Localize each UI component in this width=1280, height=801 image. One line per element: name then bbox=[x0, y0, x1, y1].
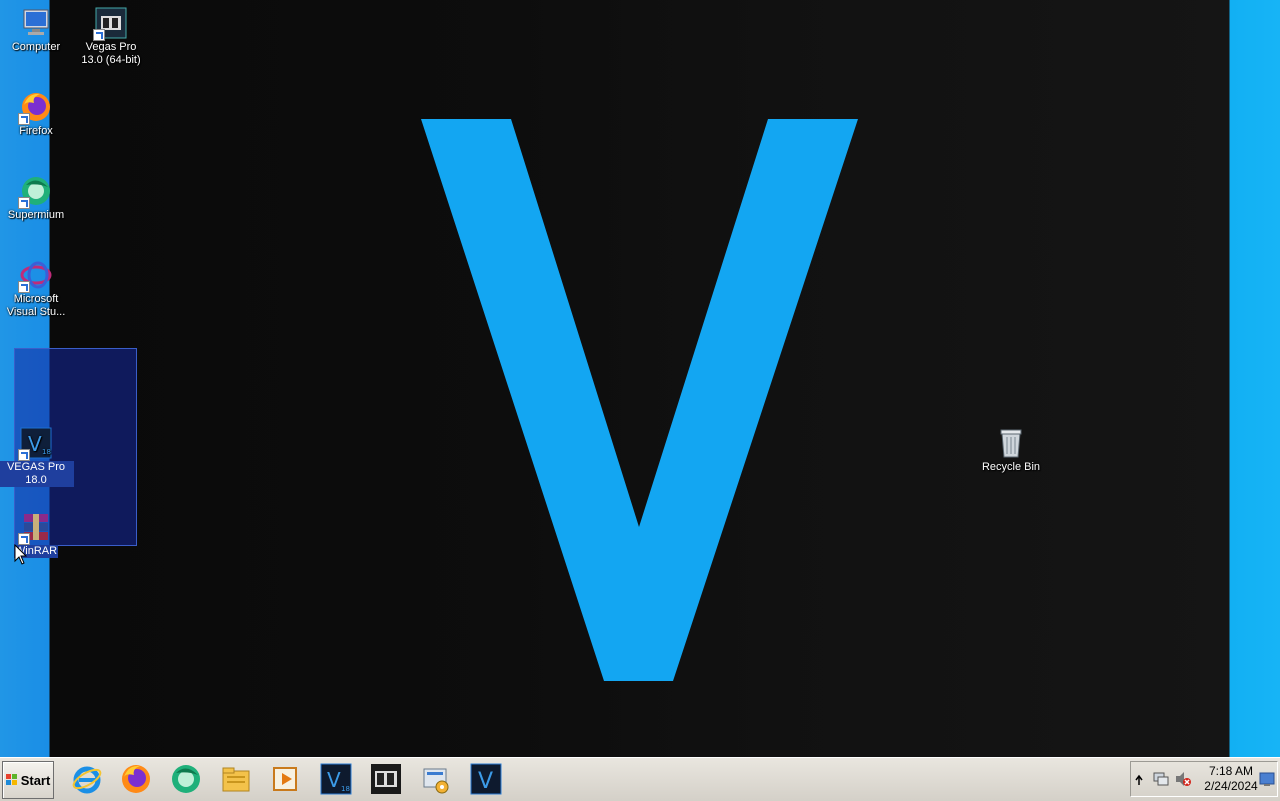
taskbar-vegas[interactable]: V bbox=[468, 762, 504, 796]
shortcut-arrow-icon bbox=[18, 197, 30, 209]
vegas-icon: V bbox=[470, 763, 502, 795]
show-hidden-icons-chevron-icon[interactable] bbox=[1135, 772, 1143, 791]
desktop-icon-visual-studio[interactable]: Microsoft Visual Stu... bbox=[0, 259, 74, 319]
svg-text:18: 18 bbox=[42, 448, 51, 456]
shortcut-arrow-icon bbox=[18, 449, 30, 461]
taskbar-vegas-pro-13[interactable] bbox=[368, 762, 404, 796]
file-explorer-icon bbox=[222, 767, 250, 792]
mouse-cursor-icon bbox=[14, 544, 28, 565]
firefox-icon bbox=[122, 765, 150, 793]
svg-text:V: V bbox=[28, 432, 42, 456]
media-player-icon bbox=[273, 767, 297, 791]
start-button[interactable]: Start bbox=[2, 761, 54, 799]
recycle-bin-icon bbox=[995, 427, 1027, 459]
svg-text:18: 18 bbox=[341, 785, 350, 793]
taskbar-firefox[interactable] bbox=[118, 762, 154, 796]
supermium-icon bbox=[18, 175, 52, 209]
firefox-icon bbox=[18, 91, 52, 125]
vegas-pro-18-icon: V 18 bbox=[18, 427, 52, 461]
film-strip-icon bbox=[371, 764, 401, 794]
desktop-icon-label: Computer bbox=[11, 41, 61, 53]
shortcut-arrow-icon bbox=[93, 29, 105, 41]
clock-time: 7:18 AM bbox=[1208, 764, 1254, 778]
taskbar: Start V 18 V 7:18 AM 2/24/2024 bbox=[0, 757, 1280, 801]
desktop-icon-supermium[interactable]: Supermium bbox=[0, 175, 74, 222]
network-icon[interactable] bbox=[1153, 771, 1169, 792]
desktop-icon-label: VEGAS Pro 18.0 bbox=[0, 461, 74, 487]
desktop-icon-vegas-pro-18[interactable]: V 18 VEGAS Pro 18.0 bbox=[0, 427, 74, 487]
shortcut-arrow-icon bbox=[18, 281, 30, 293]
start-label: Start bbox=[20, 772, 51, 788]
taskbar-file-explorer[interactable] bbox=[218, 762, 254, 796]
supermium-icon bbox=[172, 765, 200, 793]
svg-text:V: V bbox=[478, 769, 493, 794]
winrar-icon bbox=[18, 511, 52, 545]
desktop-icon-label: Firefox bbox=[19, 125, 53, 137]
film-strip-icon bbox=[93, 7, 127, 41]
desktop-icon-label: Vegas Pro 13.0 (64-bit) bbox=[81, 41, 141, 66]
desktop-icon-label: Recycle Bin bbox=[981, 461, 1041, 473]
shortcut-arrow-icon bbox=[18, 113, 30, 125]
taskbar-vegas-pro-18[interactable]: V 18 bbox=[318, 762, 354, 796]
wallpaper-v-logo bbox=[421, 119, 858, 681]
desktop[interactable]: Computer Vegas Pro 13.0 (64-bit) Firefox… bbox=[0, 0, 1280, 757]
visual-studio-icon bbox=[18, 259, 52, 293]
desktop-icon-vegas-pro-13[interactable]: Vegas Pro 13.0 (64-bit) bbox=[73, 7, 149, 67]
desktop-icon-recycle-bin[interactable]: Recycle Bin bbox=[973, 427, 1049, 474]
vegas-pro-18-icon: V 18 bbox=[320, 763, 352, 795]
taskbar-internet-explorer[interactable] bbox=[69, 762, 105, 796]
clock-date: 2/24/2024 bbox=[1204, 779, 1258, 793]
computer-icon bbox=[20, 7, 52, 39]
internet-explorer-icon bbox=[72, 766, 102, 794]
desktop-icon-firefox[interactable]: Firefox bbox=[0, 91, 74, 138]
svg-text:V: V bbox=[327, 768, 341, 792]
desktop-icon-computer[interactable]: Computer bbox=[0, 7, 74, 54]
taskbar-control-panel[interactable] bbox=[418, 762, 454, 796]
desktop-icon-label: Microsoft Visual Stu... bbox=[6, 293, 66, 318]
windows-flag-icon bbox=[5, 774, 18, 786]
desktop-icon-label: Supermium bbox=[7, 209, 65, 221]
volume-muted-icon[interactable] bbox=[1175, 771, 1191, 792]
control-panel-icon bbox=[423, 768, 449, 794]
clock[interactable]: 7:18 AM 2/24/2024 bbox=[1200, 764, 1262, 794]
taskbar-supermium[interactable] bbox=[168, 762, 204, 796]
taskbar-media-player[interactable] bbox=[268, 762, 304, 796]
desktop-icon-winrar[interactable]: WinRAR bbox=[0, 511, 74, 558]
